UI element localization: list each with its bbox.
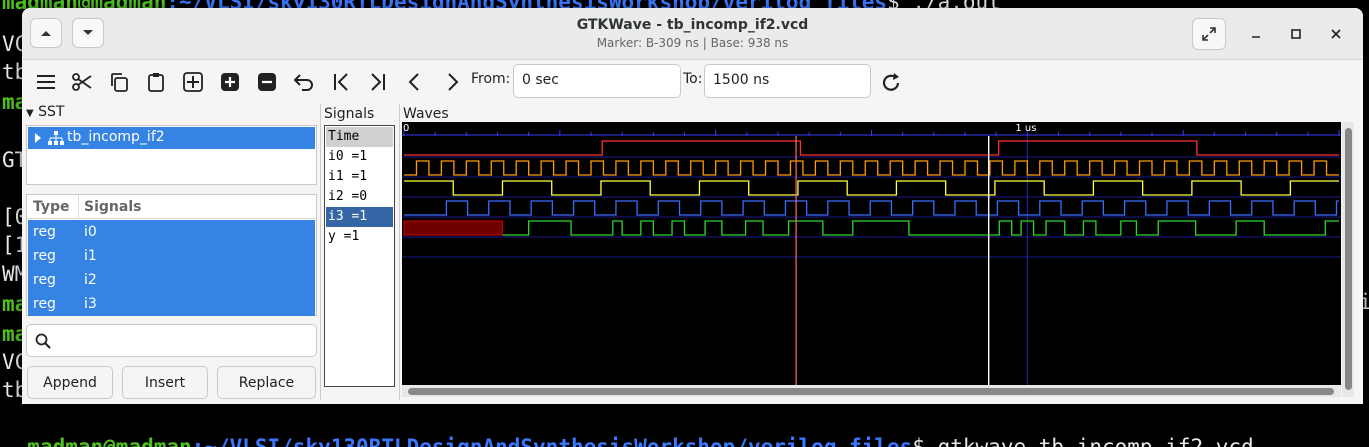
signals-time-header: Time [326, 127, 393, 147]
ruler-label-1us: 1 us [1015, 123, 1036, 134]
minimize-icon [1252, 36, 1260, 38]
expander-icon [35, 133, 41, 143]
waveform-i0 [404, 140, 1339, 156]
hamburger-icon [37, 75, 55, 89]
zoom-fit-button[interactable] [179, 69, 207, 95]
sst-header[interactable]: ▼ SST [26, 104, 64, 120]
chevron-right-icon [448, 73, 459, 91]
expand-icon [1202, 27, 1216, 41]
sst-tree: tb_incomp_if2 [26, 125, 317, 185]
cut-button[interactable] [68, 69, 96, 95]
maximize-icon [1291, 29, 1301, 39]
gtkwave-window: GTKWave - tb_incomp_if2.vcd Marker: B-30… [22, 8, 1363, 404]
reload-button[interactable] [877, 70, 905, 96]
signal-name: i1 [84, 248, 97, 264]
signal-entry-y[interactable]: y =1 [326, 227, 393, 247]
window-subtitle: Marker: B-309 ns | Base: 938 ns [596, 36, 789, 50]
signal-type: reg [33, 272, 56, 288]
sst-tree-item[interactable]: tb_incomp_if2 [28, 127, 315, 149]
zoom-in-icon [221, 73, 239, 91]
waveform-canvas[interactable]: 0 1 us [402, 122, 1341, 385]
clipboard-icon [148, 73, 164, 92]
from-time-input[interactable]: 0 sec [513, 64, 681, 98]
signal-name: i0 [84, 224, 97, 240]
waveform-i3 [404, 200, 1339, 216]
zoom-out-button[interactable] [253, 69, 281, 95]
undo-zoom-button[interactable] [290, 69, 318, 95]
search-icon [35, 333, 51, 349]
horizontal-scroll-thumb[interactable] [408, 388, 1334, 395]
maximize-button[interactable] [1284, 22, 1308, 46]
signal-entry-i2[interactable]: i2 =0 [326, 187, 393, 207]
signals-list: Time i0 =1 i1 =1 i2 =0 i3 =1 y =1 [324, 125, 395, 387]
prompt-command: $ gtkwave tb_incomp_if2.vcd [912, 435, 1254, 447]
signal-entry-i0[interactable]: i0 =1 [326, 147, 393, 167]
ruler-label-0: 0 [403, 123, 409, 134]
signal-type: reg [33, 296, 56, 312]
terminal-last-line: madman@madman:~/VLSI/sky130RTLDesignAndS… [2, 408, 1254, 447]
minimize-button[interactable] [1244, 22, 1268, 46]
close-icon [1331, 29, 1341, 39]
signal-entry-i1[interactable]: i1 =1 [326, 167, 393, 187]
menu-button[interactable] [32, 69, 60, 95]
signal-table-header: Type Signals [27, 195, 316, 219]
scissors-icon [72, 73, 92, 91]
signal-type: reg [33, 224, 56, 240]
waveform-y-unknown [403, 220, 503, 236]
reload-icon [882, 73, 900, 91]
to-time-input[interactable]: 1500 ns [704, 64, 871, 98]
signal-entry-i3[interactable]: i3 =1 [326, 207, 393, 227]
zoom-in-button[interactable] [216, 69, 244, 95]
waves-horizontal-scrollbar[interactable] [402, 385, 1341, 397]
hierarchy-icon [48, 131, 64, 145]
undo-icon [293, 74, 313, 91]
waveform-i1 [404, 160, 1339, 176]
from-label: From: [471, 71, 511, 87]
signals-pane-label: Signals [324, 106, 375, 122]
signal-name: i3 [84, 296, 97, 312]
waves-vertical-scrollbar[interactable] [1342, 122, 1354, 397]
replace-button[interactable]: Replace [217, 366, 316, 399]
signal-search-input[interactable] [26, 324, 317, 357]
sst-item-label: tb_incomp_if2 [67, 129, 165, 145]
triangle-down-icon: ▼ [26, 108, 34, 119]
type-column-header[interactable]: Type [33, 199, 70, 215]
to-label: To: [683, 71, 703, 87]
find-previous-edge-button[interactable] [401, 69, 429, 95]
zoom-to-start-button[interactable] [327, 69, 355, 95]
signal-row[interactable]: reg i0 [28, 220, 315, 244]
chevron-left-icon [408, 73, 419, 91]
waveform-i2 [404, 180, 1339, 196]
prompt-path: :~/VLSI/sky130RTLDesignAndSynthesisWorks… [191, 435, 913, 447]
title-bar: GTKWave - tb_incomp_if2.vcd Marker: B-30… [22, 8, 1363, 60]
signal-row[interactable]: reg i3 [28, 292, 315, 316]
zoom-to-end-button[interactable] [364, 69, 392, 95]
prompt-user: madman@madman [27, 435, 192, 447]
signal-row[interactable]: reg i1 [28, 244, 315, 268]
insert-button[interactable]: Insert [122, 366, 208, 399]
waves-pane-label: Waves [403, 106, 449, 122]
signal-table: Type Signals reg i0 reg i1 reg i2 reg i3 [26, 194, 317, 316]
zoom-fit-icon [183, 72, 203, 92]
waveform-y [502, 220, 1339, 236]
sst-label: SST [38, 104, 65, 120]
find-next-edge-button[interactable] [438, 69, 466, 95]
copy-button[interactable] [105, 69, 133, 95]
go-first-icon [334, 73, 348, 91]
fullscreen-button[interactable] [1192, 18, 1226, 50]
zoom-out-icon [258, 73, 276, 91]
window-title: GTKWave - tb_incomp_if2.vcd [576, 17, 809, 33]
copy-icon [111, 73, 128, 92]
paste-button[interactable] [142, 69, 170, 95]
vertical-scroll-thumb[interactable] [1345, 128, 1352, 390]
signals-column-header[interactable]: Signals [84, 199, 141, 215]
signal-type: reg [33, 248, 56, 264]
go-last-icon [371, 73, 385, 91]
append-button[interactable]: Append [27, 366, 113, 399]
signal-row[interactable]: reg i2 [28, 268, 315, 292]
close-button[interactable] [1324, 22, 1348, 46]
signal-name: i2 [84, 272, 97, 288]
